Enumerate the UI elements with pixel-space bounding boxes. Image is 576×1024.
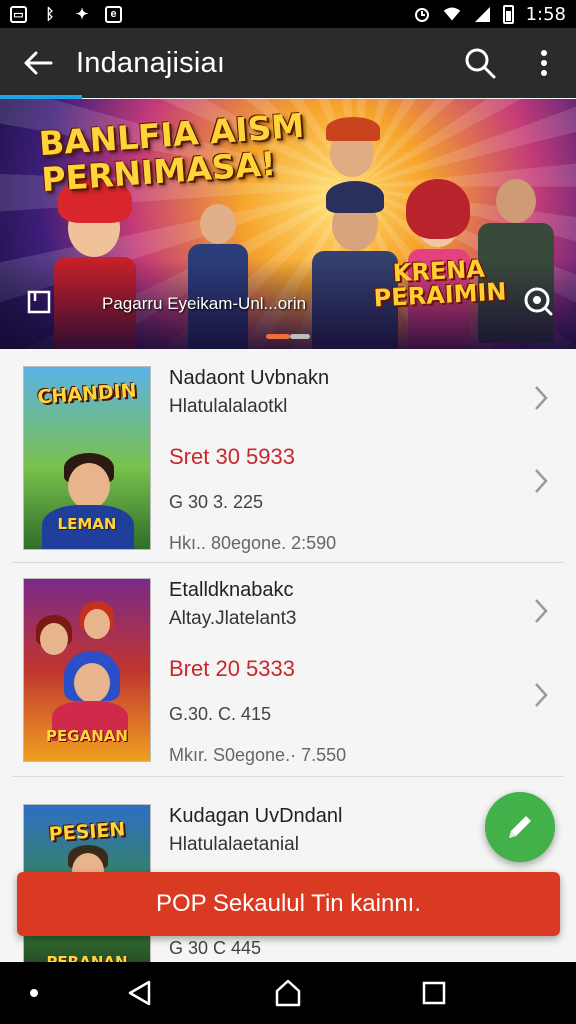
banner-caption: Pagarru Eyeikam-Unl...orin — [102, 294, 307, 313]
nav-recents-button[interactable] — [418, 977, 450, 1009]
battery-icon — [502, 4, 514, 24]
nav-back-button[interactable] — [124, 977, 156, 1009]
arrow-left-icon — [24, 51, 53, 75]
item-info: Etalldknabakc Altay.Jlatelant3 Bret 20 5… — [169, 579, 346, 766]
wifi-icon — [443, 5, 461, 23]
item-meta-secondary: Mkır. S0egone.· 7.550 — [169, 745, 347, 765]
item-meta: G 30 C 445 — [169, 938, 262, 958]
chevron-right-icon[interactable] — [530, 466, 552, 496]
item-thumbnail: CHANDIN LEMAN — [23, 366, 151, 550]
promo-banner[interactable]: BANLFIA AISM PERNIMASA! KRENA PERAIMIN P… — [0, 99, 576, 349]
item-subtitle: Altay.Jlatelant3 — [169, 608, 297, 629]
nav-home-button[interactable] — [272, 977, 304, 1009]
item-subtitle: Hlatulalalaotkl — [169, 396, 288, 417]
item-name: Nadaont Uvbnakn — [169, 367, 330, 389]
home-icon — [275, 979, 301, 1007]
edit-fab-button[interactable] — [485, 792, 555, 862]
system-nav-bar — [0, 962, 576, 1024]
signal-icon — [473, 5, 491, 23]
bookmark-icon[interactable] — [26, 289, 52, 315]
chevron-right-icon[interactable] — [530, 680, 552, 710]
item-price: Bret 20 5333 — [169, 656, 295, 681]
snackbar[interactable]: POP Sekaulul Tin kainnı. — [17, 872, 560, 936]
back-button[interactable] — [0, 28, 76, 98]
chevron-right-icon[interactable] — [530, 596, 552, 626]
puzzle-icon: ✦ — [75, 6, 89, 23]
e-app-icon: e — [105, 5, 122, 23]
chevron-right-icon[interactable] — [530, 383, 552, 413]
product-list: CHANDIN LEMAN Nadaont Uvbnakn Hlatulalal… — [0, 349, 576, 962]
item-info: Nadaont Uvbnakn Hlatulalalaotkl Sret 30 … — [169, 367, 336, 554]
list-item[interactable]: CHANDIN LEMAN Nadaont Uvbnakn Hlatulalal… — [0, 349, 576, 563]
search-button[interactable] — [448, 28, 512, 98]
snackbar-text: POP Sekaulul Tin kainnı. — [155, 890, 422, 917]
item-subtitle: Hlatulalaetanial — [169, 834, 299, 855]
item-price: Sret 30 5933 — [169, 444, 295, 469]
item-name: Kudagan UvDndanl — [169, 805, 343, 827]
page-title: Indanajisiaı — [76, 46, 226, 79]
dot-icon — [18, 977, 50, 1009]
alarm-icon — [413, 5, 431, 23]
recents-icon — [422, 981, 446, 1005]
overflow-menu-button[interactable] — [512, 28, 576, 98]
back-triangle-icon — [128, 980, 151, 1006]
item-meta: G 30 3. 225 — [169, 492, 264, 512]
search-icon — [465, 48, 496, 79]
bluetooth-icon: ᛒ — [45, 5, 55, 23]
item-name: Etalldknabakc — [169, 579, 294, 601]
pencil-icon — [509, 816, 531, 838]
pager-dot-active — [266, 334, 290, 339]
item-meta: G.30. C. 415 — [169, 704, 272, 724]
banner-logo: KRENA PERAIMIN — [373, 254, 508, 313]
app-bar: Indanajisiaı — [0, 28, 576, 98]
more-vert-icon — [541, 50, 547, 76]
zoom-icon[interactable] — [522, 285, 554, 317]
banner-pager — [266, 334, 310, 339]
screen: ▭ ᛒ ✦ e 1:58 Indanajisiaı BANLFIA AISM P… — [0, 0, 576, 1024]
status-bar: ▭ ᛒ ✦ e 1:58 — [0, 0, 576, 28]
pager-dot — [290, 334, 310, 339]
item-meta-secondary: Hkı.. 80egone. 2:590 — [169, 533, 337, 553]
banner-character-cap — [318, 109, 388, 189]
status-time: 1:58 — [525, 3, 566, 25]
item-thumbnail: PEGANAN — [23, 578, 151, 762]
image-icon: ▭ — [10, 5, 27, 23]
list-item[interactable]: PEGANAN Etalldknabakc Altay.Jlatelant3 B… — [0, 563, 576, 777]
